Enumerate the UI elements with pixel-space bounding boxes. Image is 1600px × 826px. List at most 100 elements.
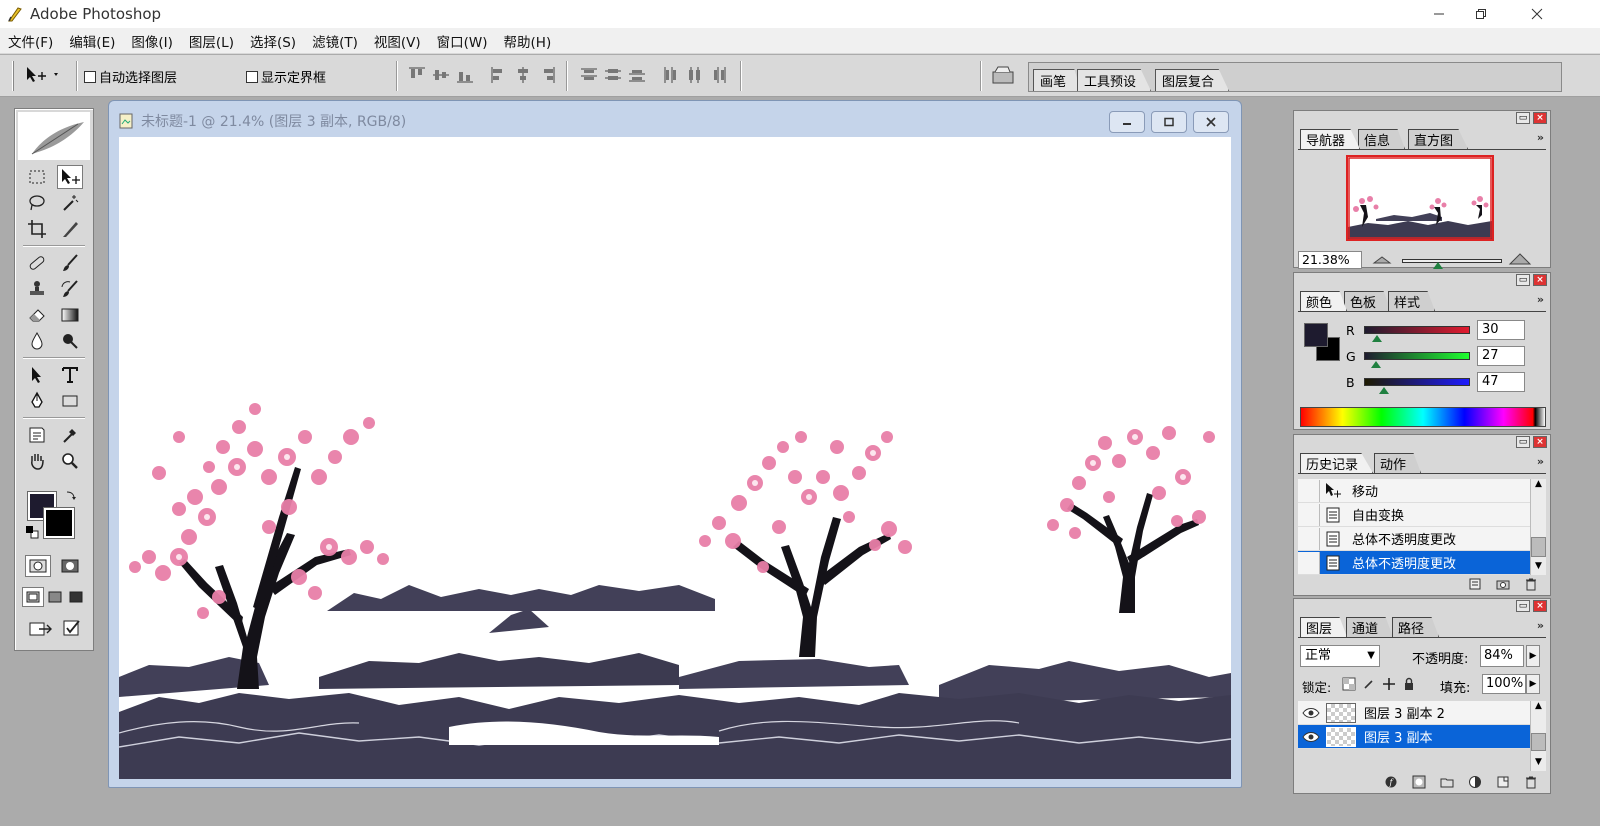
palette-title-bar[interactable]: ▭ × — [1294, 599, 1550, 613]
hand-tool[interactable] — [24, 449, 50, 473]
default-colors-icon[interactable] — [25, 525, 39, 539]
tab-layers[interactable]: 图层 — [1300, 617, 1348, 637]
history-snapshot-source[interactable] — [1298, 551, 1320, 574]
history-item[interactable]: 总体不透明度更改 — [1298, 527, 1530, 551]
history-item[interactable]: 自由变换 — [1298, 503, 1530, 527]
tab-actions[interactable]: 动作 — [1374, 453, 1422, 473]
standard-mode-button[interactable] — [25, 555, 51, 577]
layer-row[interactable]: 图层 3 副本 2 — [1298, 701, 1530, 725]
eye-visibility-icon[interactable] — [1302, 730, 1320, 744]
color-spectrum-bar[interactable] — [1300, 407, 1546, 427]
tab-channels[interactable]: 通道 — [1346, 617, 1394, 637]
rectangle-shape-tool[interactable] — [57, 389, 83, 413]
navigator-thumbnail[interactable] — [1346, 155, 1494, 241]
trash-icon[interactable] — [1524, 577, 1538, 591]
screen-mode-full-menu[interactable] — [45, 587, 65, 607]
red-slider-thumb[interactable] — [1372, 335, 1383, 342]
lock-transparency-icon[interactable] — [1342, 677, 1356, 691]
align-right-icon[interactable] — [538, 66, 556, 84]
distribute-left-icon[interactable] — [662, 66, 680, 84]
palette-menu-icon[interactable]: » — [1537, 619, 1544, 632]
opacity-slider-button[interactable]: ▶ — [1526, 645, 1540, 667]
jump-to-imageready-button[interactable] — [27, 617, 55, 639]
snapshot-camera-icon[interactable] — [1496, 577, 1510, 591]
palette-menu-icon[interactable]: » — [1537, 293, 1544, 306]
green-value-field[interactable]: 27 — [1477, 346, 1525, 366]
palette-minimize-button[interactable]: ▭ — [1516, 112, 1530, 124]
color-foreground-swatch[interactable] — [1304, 323, 1328, 347]
dodge-tool[interactable] — [57, 329, 83, 353]
well-tab-tool-presets[interactable]: 工具预设 — [1077, 69, 1152, 91]
new-document-from-state-icon[interactable] — [1468, 577, 1482, 591]
palette-title-bar[interactable]: ▭ × — [1294, 273, 1550, 287]
swap-colors-icon[interactable] — [65, 489, 77, 501]
align-bottom-icon[interactable] — [456, 66, 474, 84]
tab-color[interactable]: 颜色 — [1300, 291, 1348, 311]
history-brush-tool[interactable] — [57, 277, 83, 301]
lock-position-icon[interactable] — [1382, 677, 1396, 691]
file-browser-icon[interactable] — [990, 62, 1016, 88]
distribute-top-icon[interactable] — [580, 66, 598, 84]
layer-group-folder-icon[interactable] — [1440, 775, 1454, 789]
slice-tool[interactable] — [57, 217, 83, 241]
doc-maximize-button[interactable] — [1151, 111, 1187, 133]
clone-stamp-tool[interactable] — [24, 277, 50, 301]
new-layer-icon[interactable] — [1496, 775, 1510, 789]
palette-minimize-button[interactable]: ▭ — [1516, 274, 1530, 286]
palette-close-button[interactable]: × — [1533, 112, 1547, 124]
palette-close-button[interactable]: × — [1533, 274, 1547, 286]
menu-help[interactable]: 帮助(H) — [496, 31, 560, 51]
green-slider-thumb[interactable] — [1371, 361, 1382, 368]
tab-history[interactable]: 历史记录 — [1300, 453, 1374, 473]
gradient-tool[interactable] — [57, 303, 83, 327]
menu-file[interactable]: 文件(F) — [0, 31, 61, 51]
path-selection-tool[interactable] — [24, 363, 50, 387]
background-color-swatch[interactable] — [43, 507, 75, 539]
opacity-field[interactable]: 84% — [1480, 645, 1524, 667]
history-snapshot-source[interactable] — [1298, 527, 1320, 550]
layers-scrollbar[interactable]: ▲ ▼ — [1530, 701, 1546, 771]
move-tool[interactable] — [57, 165, 83, 189]
menu-image[interactable]: 图像(I) — [123, 31, 181, 51]
tab-histogram[interactable]: 直方图 — [1408, 129, 1469, 149]
palette-title-bar[interactable]: ▭ × — [1294, 111, 1550, 125]
history-snapshot-source[interactable] — [1298, 503, 1320, 526]
history-item-selected[interactable]: 总体不透明度更改 — [1298, 551, 1530, 575]
tab-paths[interactable]: 路径 — [1392, 617, 1440, 637]
zoom-out-icon[interactable] — [1372, 253, 1392, 267]
document-title-bar[interactable]: 未标题-1 @ 21.4% (图层 3 副本, RGB/8) — [117, 109, 406, 133]
quick-mask-button[interactable] — [57, 555, 83, 577]
type-tool[interactable] — [57, 363, 83, 387]
well-tab-layer-comps[interactable]: 图层复合 — [1155, 69, 1230, 91]
blend-mode-select[interactable]: 正常 ▼ — [1300, 645, 1380, 667]
green-slider[interactable] — [1364, 352, 1470, 368]
zoom-slider-thumb[interactable] — [1433, 262, 1443, 269]
scroll-thumb[interactable] — [1531, 537, 1546, 557]
tab-swatches[interactable]: 色板 — [1344, 291, 1392, 311]
distribute-right-icon[interactable] — [710, 66, 728, 84]
menu-select[interactable]: 选择(S) — [242, 31, 304, 51]
scroll-up-arrow[interactable]: ▲ — [1531, 701, 1546, 715]
auto-select-layer-checkbox[interactable]: 自动选择图层 — [84, 67, 177, 86]
history-snapshot-source[interactable] — [1298, 479, 1320, 502]
show-bounding-box-checkbox[interactable]: 显示定界框 — [246, 67, 326, 86]
distribute-bottom-icon[interactable] — [628, 66, 646, 84]
menu-filter[interactable]: 滤镜(T) — [304, 31, 366, 51]
close-button[interactable] — [1514, 0, 1560, 28]
red-slider[interactable] — [1364, 326, 1470, 342]
palette-minimize-button[interactable]: ▭ — [1516, 600, 1530, 612]
restore-button[interactable] — [1458, 0, 1504, 28]
fill-field[interactable]: 100% — [1482, 674, 1526, 694]
options-bar-grip[interactable] — [12, 61, 14, 91]
doc-minimize-button[interactable] — [1109, 111, 1145, 133]
image-canvas[interactable] — [119, 137, 1231, 779]
layer-style-icon[interactable]: f — [1384, 775, 1398, 789]
tab-navigator[interactable]: 导航器 — [1300, 129, 1361, 149]
eye-visibility-icon[interactable] — [1302, 706, 1320, 720]
notes-tool[interactable] — [24, 423, 50, 447]
scroll-down-arrow[interactable]: ▼ — [1531, 757, 1546, 771]
layer-row-selected[interactable]: 图层 3 副本 — [1298, 725, 1530, 749]
blur-tool[interactable] — [24, 329, 50, 353]
align-vertical-center-icon[interactable] — [432, 66, 450, 84]
adjustment-layer-icon[interactable] — [1468, 775, 1482, 789]
